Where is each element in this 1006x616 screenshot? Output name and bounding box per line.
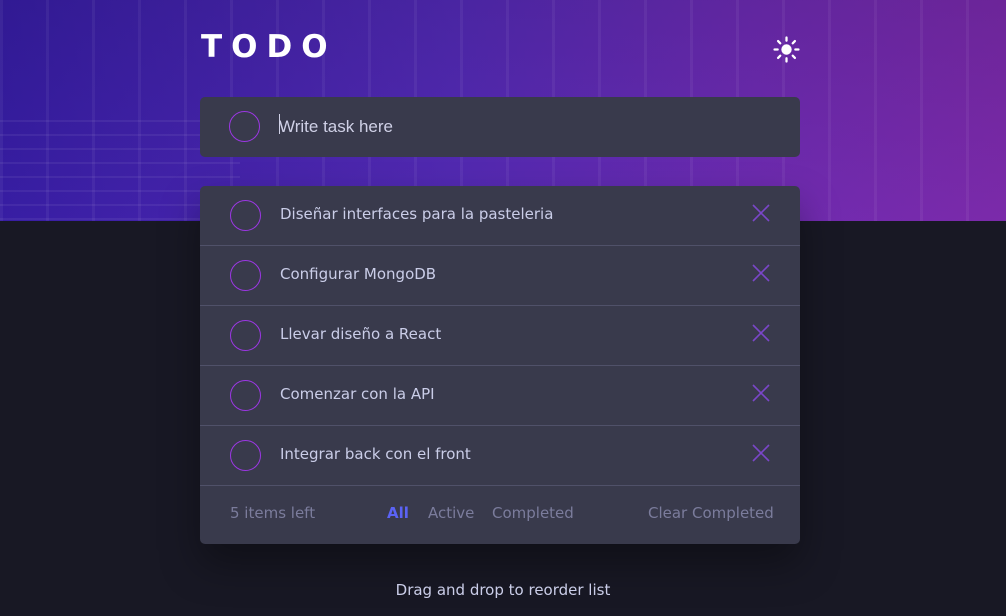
items-left-count: 5 items left xyxy=(230,504,316,522)
task-item[interactable]: Configurar MongoDB xyxy=(200,246,800,306)
app-title: TODO xyxy=(201,29,337,65)
task-list: Diseñar interfaces para la pasteleria Co… xyxy=(200,186,800,544)
task-check-circle[interactable] xyxy=(230,200,261,231)
filter-all-button[interactable]: All xyxy=(387,504,409,522)
text-caret xyxy=(279,114,280,134)
close-icon[interactable] xyxy=(752,204,770,222)
clear-completed-button[interactable]: Clear Completed xyxy=(648,504,774,522)
task-check-circle[interactable] xyxy=(230,320,261,351)
close-icon[interactable] xyxy=(752,444,770,462)
task-label: Comenzar con la API xyxy=(280,385,435,403)
task-check-circle[interactable] xyxy=(230,260,261,291)
new-task-form xyxy=(200,97,800,157)
reorder-hint: Drag and drop to reorder list xyxy=(395,581,611,599)
task-label: Diseñar interfaces para la pasteleria xyxy=(280,205,554,223)
filter-completed-button[interactable]: Completed xyxy=(492,504,574,522)
task-label: Llevar diseño a React xyxy=(280,325,442,343)
task-label: Integrar back con el front xyxy=(280,445,471,463)
filter-active-button[interactable]: Active xyxy=(428,504,474,522)
sun-icon[interactable] xyxy=(773,36,800,63)
list-footer: 5 items left All Active Completed Clear … xyxy=(200,486,800,544)
task-item[interactable]: Comenzar con la API xyxy=(200,366,800,426)
task-label: Configurar MongoDB xyxy=(280,265,437,283)
new-task-check-circle[interactable] xyxy=(229,111,260,142)
close-icon[interactable] xyxy=(752,264,770,282)
task-item[interactable]: Integrar back con el front xyxy=(200,426,800,486)
task-check-circle[interactable] xyxy=(230,440,261,471)
close-icon[interactable] xyxy=(752,324,770,342)
task-item[interactable]: Llevar diseño a React xyxy=(200,306,800,366)
task-item[interactable]: Diseñar interfaces para la pasteleria xyxy=(200,186,800,246)
close-icon[interactable] xyxy=(752,384,770,402)
new-task-input[interactable] xyxy=(279,113,759,141)
task-check-circle[interactable] xyxy=(230,380,261,411)
